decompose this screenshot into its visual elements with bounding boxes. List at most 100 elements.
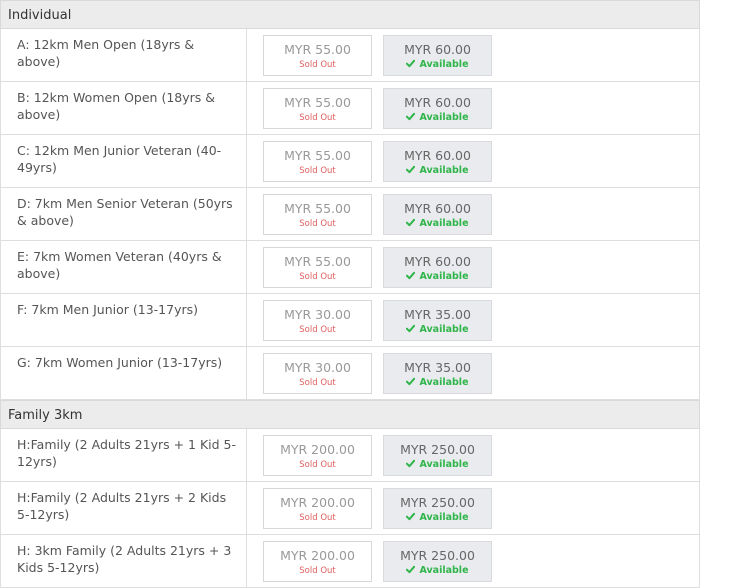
available-price-option[interactable]: MYR 250.00 Available xyxy=(383,541,492,582)
category-row: A: 12km Men Open (18yrs & above) MYR 55.0… xyxy=(0,29,700,82)
available-status: Available xyxy=(384,565,491,577)
available-status: Available xyxy=(384,459,491,471)
ticket-category-list: Individual A: 12km Men Open (18yrs & abov… xyxy=(0,0,700,588)
available-status-label: Available xyxy=(419,112,469,123)
sold-out-price-option: MYR 30.00 Sold Out xyxy=(263,300,372,341)
normal-price: MYR 250.00 xyxy=(400,548,475,563)
check-icon xyxy=(406,271,416,280)
available-status-label: Available xyxy=(419,324,469,335)
available-price-option[interactable]: MYR 35.00 Available xyxy=(383,353,492,394)
check-icon xyxy=(406,565,416,574)
sold-out-status: Sold Out xyxy=(299,566,336,576)
available-status-label: Available xyxy=(419,165,469,176)
available-price-option[interactable]: MYR 60.00 Available xyxy=(383,247,492,288)
sold-out-price-option: MYR 55.00 Sold Out xyxy=(263,35,372,76)
sold-out-status: Sold Out xyxy=(299,219,336,229)
available-status: Available xyxy=(384,218,491,230)
sold-out-status: Sold Out xyxy=(299,166,336,176)
available-status: Available xyxy=(384,512,491,524)
normal-price: MYR 60.00 xyxy=(404,254,471,269)
available-price-option[interactable]: MYR 60.00 Available xyxy=(383,194,492,235)
category-row: C: 12km Men Junior Veteran (40-49yrs) MYR… xyxy=(0,135,700,188)
sold-out-price-option: MYR 55.00 Sold Out xyxy=(263,88,372,129)
category-label: D: 7km Men Senior Veteran (50yrs & above… xyxy=(1,188,247,240)
sold-out-price-option: MYR 200.00 Sold Out xyxy=(263,541,372,582)
early-bird-price: MYR 55.00 xyxy=(284,201,351,216)
category-row: H:Family (2 Adults 21yrs + 2 Kids 5-12yr… xyxy=(0,482,700,535)
sold-out-price-option: MYR 200.00 Sold Out xyxy=(263,435,372,476)
normal-price: MYR 250.00 xyxy=(400,442,475,457)
section-header: Individual xyxy=(0,0,700,29)
available-price-option[interactable]: MYR 60.00 Available xyxy=(383,141,492,182)
early-bird-price: MYR 30.00 xyxy=(284,307,351,322)
available-status-label: Available xyxy=(419,459,469,470)
early-bird-price: MYR 55.00 xyxy=(284,42,351,57)
available-status: Available xyxy=(384,165,491,177)
check-icon xyxy=(406,112,416,121)
available-status-label: Available xyxy=(419,218,469,229)
check-icon xyxy=(406,459,416,468)
check-icon xyxy=(406,165,416,174)
check-icon xyxy=(406,377,416,386)
category-label: E: 7km Women Veteran (40yrs & above) xyxy=(1,241,247,293)
category-row: F: 7km Men Junior (13-17yrs) MYR 30.00 Sol… xyxy=(0,294,700,347)
available-price-option[interactable]: MYR 250.00 Available xyxy=(383,435,492,476)
available-status: Available xyxy=(384,324,491,336)
category-label: A: 12km Men Open (18yrs & above) xyxy=(1,29,247,81)
early-bird-price: MYR 30.00 xyxy=(284,360,351,375)
normal-price: MYR 35.00 xyxy=(404,307,471,322)
normal-price: MYR 250.00 xyxy=(400,495,475,510)
category-row: H:Family (2 Adults 21yrs + 1 Kid 5-12yrs… xyxy=(0,429,700,482)
sold-out-price-option: MYR 200.00 Sold Out xyxy=(263,488,372,529)
early-bird-price: MYR 200.00 xyxy=(280,495,355,510)
check-icon xyxy=(406,59,416,68)
section-header: Family 3km xyxy=(0,400,700,429)
category-label: F: 7km Men Junior (13-17yrs) xyxy=(1,294,247,346)
category-label: H: 3km Family (2 Adults 21yrs + 3 Kids 5… xyxy=(1,535,247,587)
check-icon xyxy=(406,218,416,227)
available-price-option[interactable]: MYR 35.00 Available xyxy=(383,300,492,341)
early-bird-price: MYR 200.00 xyxy=(280,442,355,457)
normal-price: MYR 60.00 xyxy=(404,42,471,57)
check-icon xyxy=(406,512,416,521)
category-row: G: 7km Women Junior (13-17yrs) MYR 30.00 S… xyxy=(0,347,700,400)
sold-out-status: Sold Out xyxy=(299,113,336,123)
sold-out-status: Sold Out xyxy=(299,325,336,335)
early-bird-price: MYR 200.00 xyxy=(280,548,355,563)
sold-out-price-option: MYR 55.00 Sold Out xyxy=(263,247,372,288)
normal-price: MYR 35.00 xyxy=(404,360,471,375)
check-icon xyxy=(406,324,416,333)
available-price-option[interactable]: MYR 60.00 Available xyxy=(383,88,492,129)
sold-out-status: Sold Out xyxy=(299,460,336,470)
available-price-option[interactable]: MYR 60.00 Available xyxy=(383,35,492,76)
sold-out-status: Sold Out xyxy=(299,60,336,70)
category-row: H: 3km Family (2 Adults 21yrs + 3 Kids 5… xyxy=(0,535,700,588)
category-label: G: 7km Women Junior (13-17yrs) xyxy=(1,347,247,399)
early-bird-price: MYR 55.00 xyxy=(284,95,351,110)
available-status: Available xyxy=(384,377,491,389)
available-status-label: Available xyxy=(419,271,469,282)
sold-out-status: Sold Out xyxy=(299,272,336,282)
category-label: H:Family (2 Adults 21yrs + 1 Kid 5-12yrs… xyxy=(1,429,247,481)
category-row: D: 7km Men Senior Veteran (50yrs & above… xyxy=(0,188,700,241)
available-status: Available xyxy=(384,271,491,283)
available-price-option[interactable]: MYR 250.00 Available xyxy=(383,488,492,529)
available-status-label: Available xyxy=(419,512,469,523)
early-bird-price: MYR 55.00 xyxy=(284,254,351,269)
sold-out-status: Sold Out xyxy=(299,513,336,523)
early-bird-price: MYR 55.00 xyxy=(284,148,351,163)
available-status: Available xyxy=(384,112,491,124)
normal-price: MYR 60.00 xyxy=(404,95,471,110)
normal-price: MYR 60.00 xyxy=(404,148,471,163)
category-label: B: 12km Women Open (18yrs & above) xyxy=(1,82,247,134)
normal-price: MYR 60.00 xyxy=(404,201,471,216)
sold-out-price-option: MYR 55.00 Sold Out xyxy=(263,141,372,182)
available-status-label: Available xyxy=(419,565,469,576)
category-label: H:Family (2 Adults 21yrs + 2 Kids 5-12yr… xyxy=(1,482,247,534)
category-row: E: 7km Women Veteran (40yrs & above) MYR … xyxy=(0,241,700,294)
sold-out-price-option: MYR 30.00 Sold Out xyxy=(263,353,372,394)
sold-out-status: Sold Out xyxy=(299,378,336,388)
category-row: B: 12km Women Open (18yrs & above) MYR 55… xyxy=(0,82,700,135)
available-status: Available xyxy=(384,59,491,71)
available-status-label: Available xyxy=(419,59,469,70)
